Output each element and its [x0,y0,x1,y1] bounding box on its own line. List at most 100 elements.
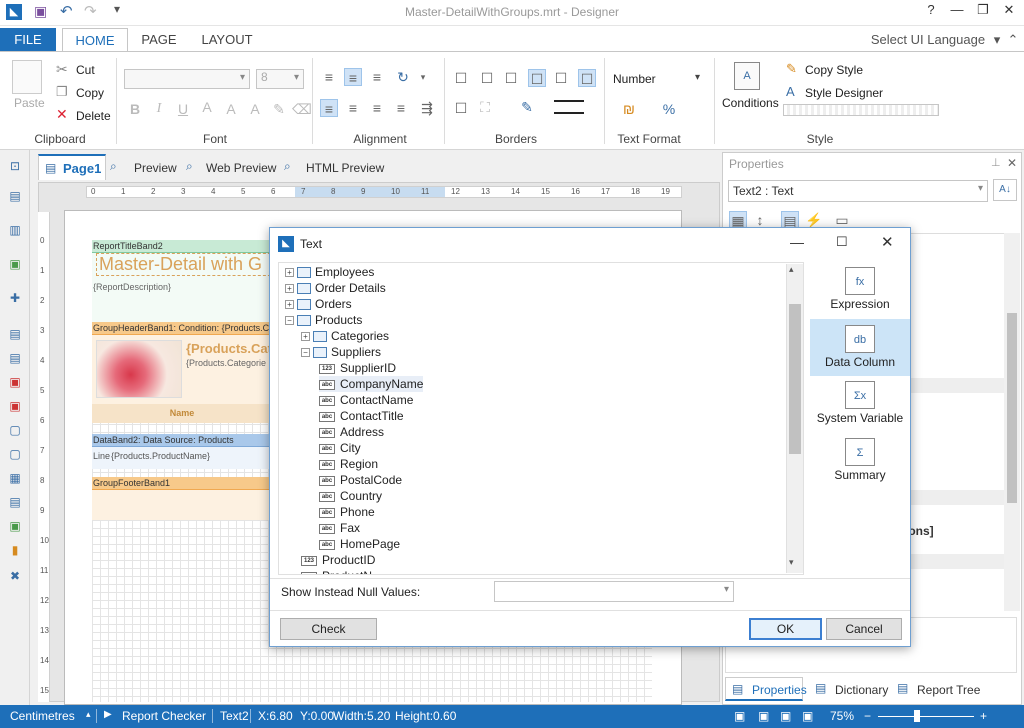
text-tool-icon[interactable]: ▤ [7,326,23,342]
product-name-text[interactable]: {Products.ProductName} [111,451,210,461]
component-selector[interactable]: Text2 : Text [728,180,988,202]
scroll-down-icon[interactable]: ▾ [789,557,794,568]
minimize-button[interactable]: — [946,2,968,22]
tree-node[interactable]: + Orders [285,296,352,312]
units-selector[interactable]: Centimetres [10,709,75,723]
text-format-dropdown-icon[interactable]: ▾ [695,72,700,83]
image-tool-icon[interactable]: ▣ [7,256,23,272]
tree-node[interactable]: abc Region [319,456,378,472]
units-dropdown-icon[interactable]: ▴ [86,709,91,720]
help-icon[interactable]: ? [920,2,942,22]
expand-icon[interactable]: + [285,284,294,294]
report-title-text[interactable]: Master-Detail with G [96,253,276,276]
collapse-ribbon-icon[interactable]: ⌃ [1006,28,1020,52]
border-none-icon[interactable]: ☐ [478,69,496,87]
align-middle-icon[interactable]: ≡ [344,68,362,86]
select-ui-language[interactable]: Select UI Language [868,28,988,52]
cut-button[interactable]: Cut [76,63,95,77]
border-style-icon[interactable] [554,100,584,114]
clone-tool-icon[interactable]: ▢ [7,446,23,462]
tree-node[interactable]: + Employees [285,264,374,280]
null-values-combo[interactable] [494,581,734,602]
collapse-icon[interactable]: − [285,316,294,326]
grow-font-icon[interactable]: A [222,100,240,118]
tree-node[interactable]: 123 SupplierID [319,360,396,376]
collapse-icon[interactable]: − [301,348,310,358]
tab-home[interactable]: HOME [62,28,128,52]
text-in-cells-tool-icon[interactable]: ▣ [7,374,23,390]
pointer-tool-icon[interactable]: ⊡ [7,158,23,174]
tree-node[interactable]: 123 ProductID [301,552,375,568]
tree-node[interactable]: abc Phone [319,504,375,520]
fill-color-icon[interactable]: ⛶ [476,98,494,116]
tab-layout[interactable]: LAYOUT [196,28,258,52]
shadow-icon[interactable]: ☐ [452,99,470,117]
border-all-icon[interactable]: ☐ [452,69,470,87]
dialog-minimize-button[interactable]: — [790,234,804,250]
help-dropdown-icon[interactable]: ▾ [990,28,1004,52]
border-top-icon[interactable]: ☐ [502,69,520,87]
align-right-icon[interactable]: ≡ [368,99,386,117]
rich-text-tool-icon[interactable]: ▤ [7,350,23,366]
scrollbar-thumb[interactable] [1007,313,1017,503]
tree-node[interactable]: abc ContactTitle [319,408,404,424]
tree-node[interactable]: − Suppliers [301,344,381,360]
clear-format-icon[interactable]: ⌫ [292,100,312,118]
view-two-pages-icon[interactable]: ▣ [780,709,791,723]
category-image[interactable] [96,340,182,398]
font-name-combo[interactable] [124,69,250,89]
view-one-page-icon[interactable]: ▣ [758,709,769,723]
subreport-tool-icon[interactable]: ▦ [7,470,23,486]
style-designer-button[interactable]: Style Designer [805,86,883,100]
tree-node[interactable]: abc HomePage [319,536,400,552]
align-top-icon[interactable]: ≡ [320,68,338,86]
picture-tool-icon[interactable]: ▣ [7,518,23,534]
name-column-header[interactable]: Name [92,404,272,423]
tree-node[interactable]: abc ProductN [301,568,372,574]
tab-preview[interactable]: Preview [134,161,177,175]
tree-node[interactable]: abc ContactName [319,392,413,408]
expand-icon[interactable]: + [301,332,310,342]
highlight-icon[interactable]: ✎ [270,100,288,118]
insert-summary-button[interactable]: Σ Summary [810,433,910,490]
tab-report-tree[interactable]: Report Tree [917,683,980,697]
rotate-dropdown-icon[interactable]: ▾ [414,68,432,86]
tab-web-preview[interactable]: Web Preview [206,161,276,175]
align-left-icon[interactable]: ≡ [320,99,338,117]
tree-node[interactable]: abc Address [319,424,384,440]
dialog-maximize-button[interactable]: ☐ [836,234,848,250]
chart-tool-icon[interactable]: ▮ [7,542,23,558]
view-multiple-pages-icon[interactable]: ▣ [802,709,813,723]
maximize-button[interactable]: ❐ [972,2,994,22]
tree-node[interactable]: abc PostalCode [319,472,402,488]
tree-node[interactable]: − Products [285,312,362,328]
ok-button[interactable]: OK [749,618,822,640]
products-category-description[interactable]: {Products.Categorie [186,358,272,368]
copy-button[interactable]: Copy [76,86,104,100]
tree-node[interactable]: abc City [319,440,361,456]
text-format-combo[interactable]: Number [613,72,656,86]
report-description-text[interactable]: {ReportDescription} [93,282,171,292]
tab-html-preview[interactable]: HTML Preview [306,161,384,175]
conditions-button[interactable]: Conditions [722,96,779,110]
bands-tool-icon[interactable]: ▤ [7,188,23,204]
font-size-combo[interactable]: 8 [256,69,304,89]
border-color-icon[interactable]: ✎ [518,98,536,116]
scroll-up-icon[interactable]: ▴ [789,264,794,275]
close-panel-icon[interactable]: ✕ [1007,156,1017,170]
tab-properties[interactable]: ▤ Properties [725,677,807,701]
cross-bands-tool-icon[interactable]: ▥ [7,222,23,238]
insert-expression-button[interactable]: fx Expression [810,262,910,319]
pin-icon[interactable]: ⊥ [991,156,1001,169]
tab-file[interactable]: FILE [0,28,56,52]
tab-page1[interactable]: ▤ Page1 [38,154,106,180]
tab-page[interactable]: PAGE [132,28,186,52]
data-source-tree[interactable]: + Employees + Order Details + Orders − Products… [278,262,804,575]
tools-tool-icon[interactable]: ✖ [7,568,23,584]
underline-icon[interactable]: U [174,100,192,118]
zoom-in-icon[interactable]: + [980,709,987,723]
tree-node[interactable]: + Categories [301,328,389,344]
border-left-icon[interactable]: ☐ [528,69,546,87]
report-checker-button[interactable]: Report Checker [122,709,206,723]
border-bottom-icon[interactable]: ☐ [552,69,570,87]
